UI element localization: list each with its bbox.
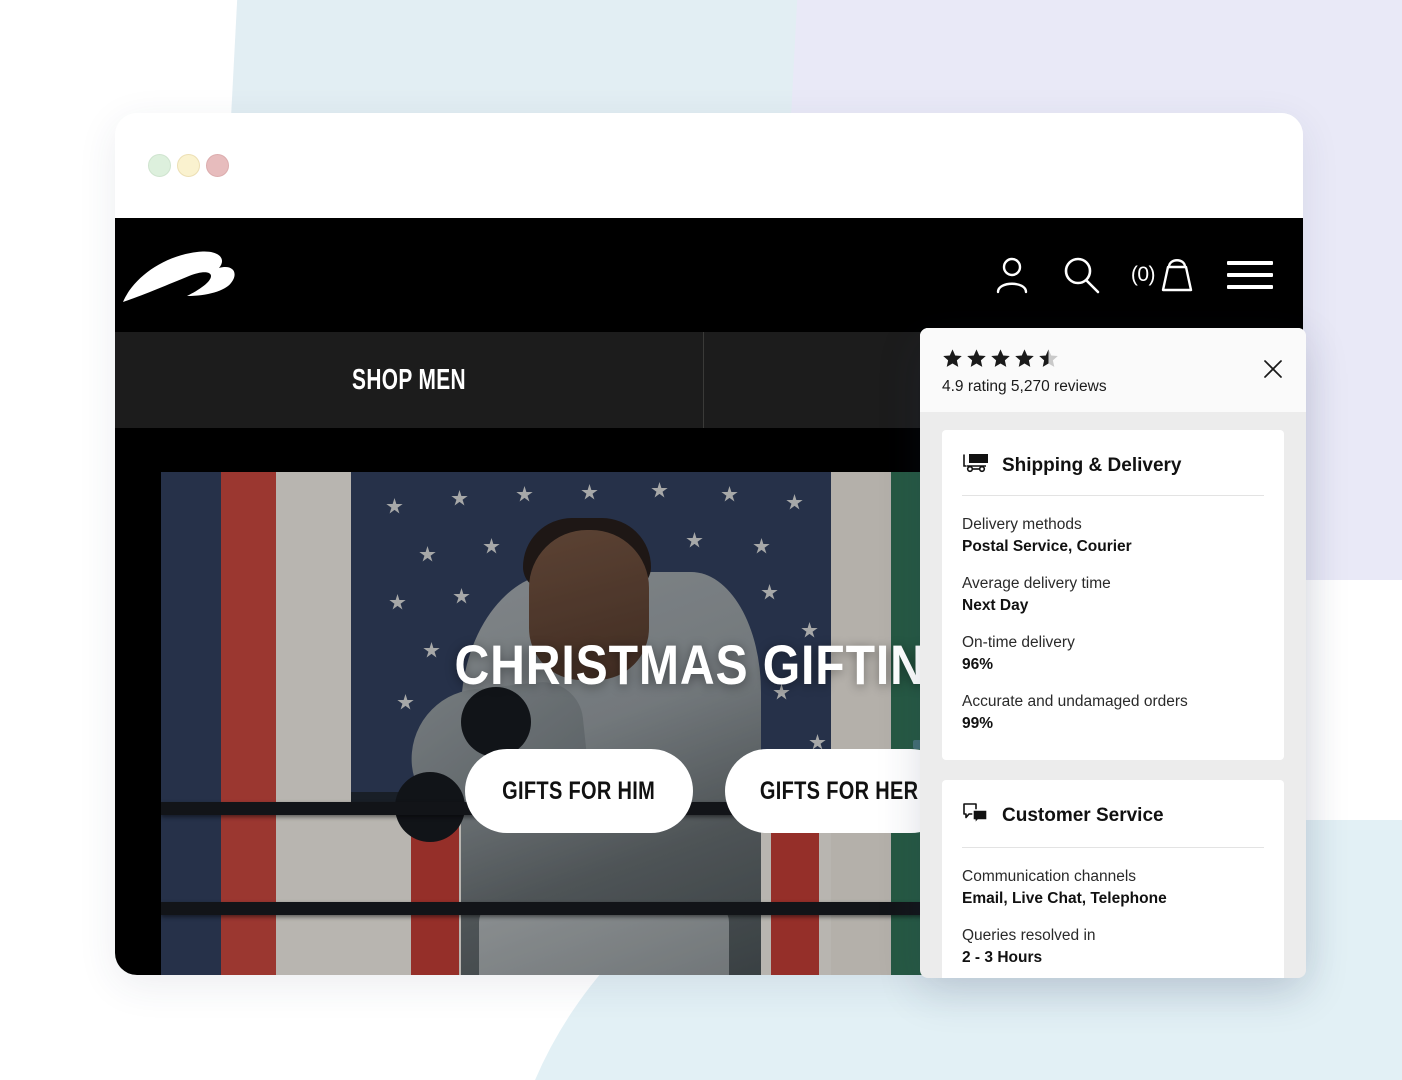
page-root: (0) SHOP MEN CHRISTMAS GIFTING GIFTS FOR… (0, 0, 1402, 1080)
panel-body: Shipping & Delivery Delivery methods Pos… (920, 412, 1306, 978)
gifts-for-her-label: GIFTS FOR HER (759, 776, 919, 805)
field-delivery-methods: Delivery methods Postal Service, Courier (962, 514, 1264, 559)
cart-button[interactable]: (0) (1131, 252, 1197, 299)
card-divider (962, 495, 1264, 496)
trust-review-panel: 4.9 rating 5,270 reviews Shipping & Deli… (920, 328, 1306, 978)
search-icon[interactable] (1061, 255, 1101, 295)
traffic-light-yellow-dot[interactable] (177, 154, 200, 177)
gifts-for-him-label: GIFTS FOR HIM (502, 776, 656, 805)
cart-icon (1157, 252, 1197, 299)
cart-count-label: (0) (1130, 263, 1156, 286)
field-accurate-undamaged-orders: Accurate and undamaged orders 99% (962, 691, 1264, 736)
star-full-icon (991, 349, 1010, 367)
hero-title: CHRISTMAS GIFTING (454, 633, 964, 696)
star-full-icon (1015, 349, 1034, 367)
gifts-for-him-button[interactable]: GIFTS FOR HIM (465, 749, 693, 833)
field-label: Average delivery time (962, 574, 1111, 592)
close-icon[interactable] (1260, 356, 1286, 382)
panel-header: 4.9 rating 5,270 reviews (920, 328, 1306, 412)
field-value: Next Day (962, 597, 1029, 615)
field-value: 99% (962, 715, 994, 733)
overall-rating-stars (942, 348, 1284, 369)
truck-icon (962, 452, 990, 479)
field-label: On-time delivery (962, 633, 1075, 651)
field-value: 96% (962, 656, 994, 674)
browser-chrome-bar (115, 113, 1303, 218)
star-full-icon (967, 349, 986, 367)
field-average-delivery-time: Average delivery time Next Day (962, 573, 1264, 618)
field-label: Queries resolved in (962, 926, 1096, 944)
star-full-icon (943, 349, 962, 367)
chat-icon (962, 802, 990, 831)
field-label: Delivery methods (962, 516, 1082, 533)
menu-icon[interactable] (1227, 261, 1273, 289)
card-header: Customer Service (962, 802, 1264, 847)
card-header: Shipping & Delivery (962, 452, 1264, 495)
site-header: (0) (115, 218, 1303, 332)
gifts-for-her-button[interactable]: GIFTS FOR HER (725, 749, 953, 833)
card-title: Shipping & Delivery (1002, 454, 1182, 476)
card-divider (962, 846, 1264, 848)
star-half-icon (1039, 349, 1058, 367)
traffic-light-red-dot[interactable] (206, 154, 229, 177)
brand-logo[interactable] (115, 240, 285, 310)
account-icon[interactable] (993, 255, 1031, 295)
rating-summary-text: 4.9 rating 5,270 reviews (942, 378, 1107, 395)
field-queries-resolved-in: Queries resolved in 2 - 3 Hours (962, 925, 1264, 970)
field-label: Accurate and undamaged orders (962, 692, 1188, 710)
header-icon-group: (0) (993, 252, 1291, 299)
field-on-time-delivery: On-time delivery 96% (962, 632, 1264, 677)
field-label: Communication channels (962, 867, 1137, 885)
customer-service-card: Customer Service Communication channels … (942, 779, 1284, 978)
shipping-delivery-card: Shipping & Delivery Delivery methods Pos… (942, 430, 1284, 760)
field-communication-channels: Communication channels Email, Live Chat,… (962, 866, 1264, 911)
field-value: 2 - 3 Hours (962, 949, 1043, 967)
nav-item-shop-men[interactable]: SHOP MEN (197, 332, 620, 428)
field-value: Postal Service, Courier (962, 538, 1132, 556)
card-title: Customer Service (1002, 805, 1164, 827)
hero-button-group: GIFTS FOR HIM GIFTS FOR HER (465, 749, 953, 833)
field-value: Email, Live Chat, Telephone (962, 890, 1167, 908)
traffic-light-green-dot[interactable] (148, 154, 171, 177)
nav-divider (703, 332, 704, 428)
